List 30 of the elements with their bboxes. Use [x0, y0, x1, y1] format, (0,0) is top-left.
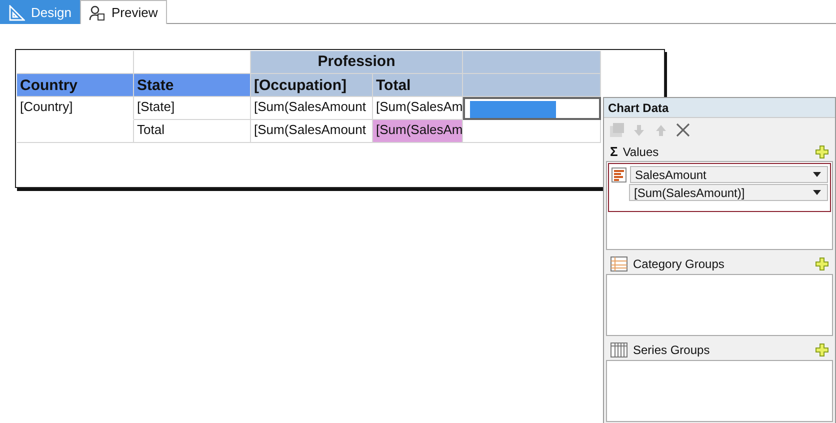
close-icon[interactable] [674, 121, 692, 139]
table-cell: [Country] [17, 97, 134, 120]
add-icon[interactable] [815, 144, 829, 158]
expression-dropdown[interactable]: [Sum(SalesAmount)] [629, 184, 828, 201]
chart-placeholder[interactable] [463, 97, 601, 120]
list-icon [610, 256, 628, 272]
section-title: Category Groups [633, 257, 724, 271]
preview-icon [89, 4, 106, 20]
add-icon[interactable] [815, 257, 829, 271]
ruler-icon [9, 4, 25, 20]
table-cell: [Sum(SalesAmount [251, 97, 373, 120]
table-cell: [State] [134, 97, 251, 120]
column-group-header: Profession [251, 51, 463, 74]
caret-icon [813, 190, 821, 195]
panel-title: Chart Data [604, 98, 835, 118]
caret-icon [813, 172, 821, 177]
section-title: Series Groups [633, 343, 710, 357]
table-cell: [Sum(SalesAm [373, 120, 463, 143]
columns-icon [610, 342, 628, 358]
column-header: Total [373, 74, 463, 97]
tab[interactable]: Preview [80, 0, 167, 24]
table-cell: Total [134, 120, 251, 143]
column-header: State [134, 74, 251, 97]
column-header: [Occupation] [251, 74, 373, 97]
sigma-symbol: Σ [610, 144, 618, 159]
field-icon [611, 166, 627, 182]
section-title: Values [622, 144, 659, 158]
column-header: Country [17, 74, 134, 97]
add-icon[interactable] [815, 343, 829, 357]
field-dropdown[interactable]: SalesAmount [630, 166, 828, 183]
